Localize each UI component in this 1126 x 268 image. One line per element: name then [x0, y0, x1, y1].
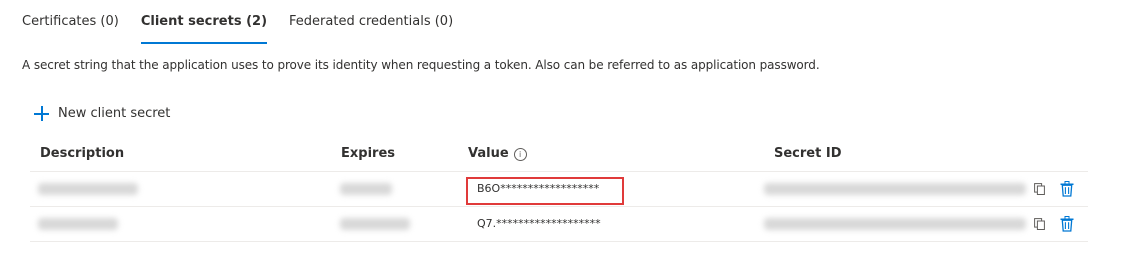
redacted-description: [38, 218, 118, 230]
tab-certificates[interactable]: Certificates (0): [22, 0, 119, 44]
new-client-secret-label: New client secret: [58, 106, 171, 121]
tab-federated-credentials[interactable]: Federated credentials (0): [289, 0, 453, 44]
redacted-expires: [340, 183, 392, 195]
redacted-secret-id: [764, 218, 1026, 230]
column-header-secret-id[interactable]: Secret ID: [774, 137, 841, 171]
column-header-expires[interactable]: Expires: [341, 137, 395, 171]
table-header: Description Expires Value i Secret ID: [30, 137, 1088, 172]
redacted-expires: [340, 218, 410, 230]
tab-bar: Certificates (0) Client secrets (2) Fede…: [22, 0, 475, 44]
delete-icon[interactable]: [1060, 216, 1074, 232]
highlight-box: [466, 177, 624, 205]
copy-icon[interactable]: [1034, 183, 1045, 195]
new-client-secret-button[interactable]: New client secret: [34, 106, 170, 121]
tab-client-secrets[interactable]: Client secrets (2): [140, 0, 268, 44]
copy-icon[interactable]: [1034, 218, 1045, 230]
client-secrets-table: Description Expires Value i Secret ID B6…: [30, 137, 1088, 242]
info-icon[interactable]: i: [513, 147, 527, 161]
table-row: Q7.*******************: [30, 207, 1088, 242]
plus-icon: [34, 106, 49, 121]
redacted-description: [38, 183, 138, 195]
secret-value: Q7.*******************: [477, 217, 601, 230]
column-header-value-label: Value: [468, 146, 509, 161]
column-header-description[interactable]: Description: [40, 137, 124, 171]
delete-icon[interactable]: [1060, 181, 1074, 197]
column-header-value: Value i: [468, 137, 527, 171]
redacted-secret-id: [764, 183, 1026, 195]
table-row: B6O******************: [30, 172, 1088, 207]
secrets-description: A secret string that the application use…: [22, 58, 820, 72]
